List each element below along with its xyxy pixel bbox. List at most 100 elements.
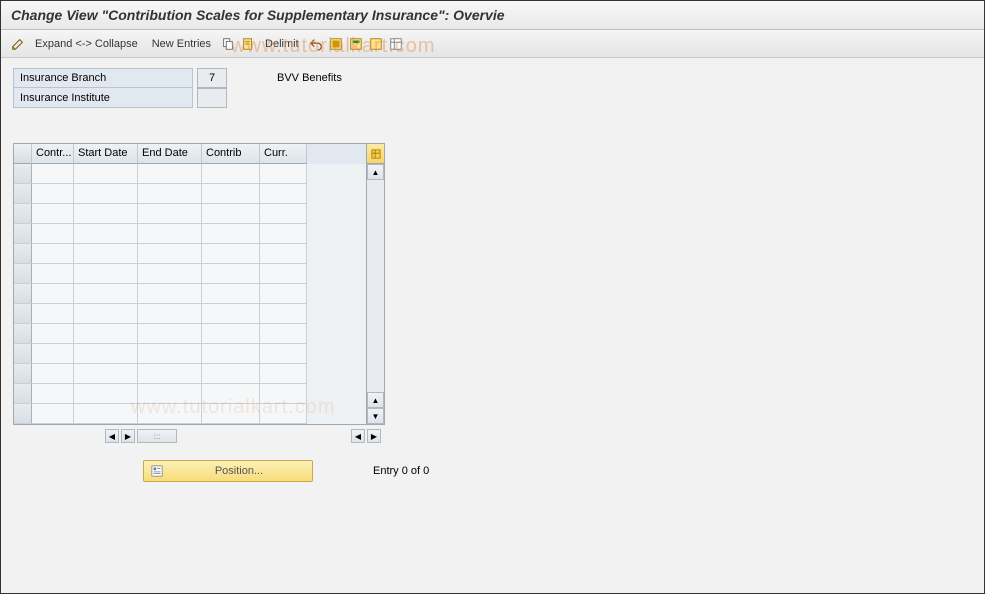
- cell-curr[interactable]: [260, 324, 307, 344]
- cell-end[interactable]: [138, 384, 202, 404]
- cell-end[interactable]: [138, 344, 202, 364]
- cell-sel[interactable]: [14, 384, 32, 404]
- table-row[interactable]: [14, 384, 366, 404]
- table-row[interactable]: [14, 284, 366, 304]
- cell-start[interactable]: [74, 284, 138, 304]
- cell-sel[interactable]: [14, 184, 32, 204]
- scroll-up2-icon[interactable]: ▲: [367, 392, 384, 408]
- cell-end[interactable]: [138, 324, 202, 344]
- cell-curr[interactable]: [260, 284, 307, 304]
- table-row[interactable]: [14, 224, 366, 244]
- select-all-icon[interactable]: [327, 35, 345, 53]
- cell-start[interactable]: [74, 224, 138, 244]
- cell-contr[interactable]: [32, 304, 74, 324]
- table-row[interactable]: [14, 184, 366, 204]
- cell-sel[interactable]: [14, 224, 32, 244]
- cell-contr[interactable]: [32, 384, 74, 404]
- insurance-branch-input[interactable]: [197, 68, 227, 88]
- cell-start[interactable]: [74, 324, 138, 344]
- cell-contr[interactable]: [32, 164, 74, 184]
- cell-start[interactable]: [74, 264, 138, 284]
- table-row[interactable]: [14, 404, 366, 424]
- cell-contrib[interactable]: [202, 364, 260, 384]
- cell-start[interactable]: [74, 164, 138, 184]
- table-settings-icon[interactable]: [387, 35, 405, 53]
- cell-contrib[interactable]: [202, 204, 260, 224]
- cell-curr[interactable]: [260, 224, 307, 244]
- cell-contr[interactable]: [32, 184, 74, 204]
- table-row[interactable]: [14, 244, 366, 264]
- cell-sel[interactable]: [14, 264, 32, 284]
- cell-curr[interactable]: [260, 344, 307, 364]
- cell-start[interactable]: [74, 404, 138, 424]
- cell-sel[interactable]: [14, 304, 32, 324]
- cell-contrib[interactable]: [202, 304, 260, 324]
- cell-start[interactable]: [74, 244, 138, 264]
- cell-contrib[interactable]: [202, 384, 260, 404]
- hscroll-right2-icon[interactable]: ▶: [367, 429, 381, 443]
- cell-start[interactable]: [74, 364, 138, 384]
- cell-start[interactable]: [74, 304, 138, 324]
- cell-contr[interactable]: [32, 364, 74, 384]
- cell-contrib[interactable]: [202, 164, 260, 184]
- hscroll-handle[interactable]: :::: [137, 429, 177, 443]
- cell-contr[interactable]: [32, 224, 74, 244]
- cell-contr[interactable]: [32, 324, 74, 344]
- cell-start[interactable]: [74, 384, 138, 404]
- toggle-edit-icon[interactable]: [9, 35, 27, 53]
- expand-collapse-button[interactable]: Expand <-> Collapse: [29, 34, 144, 54]
- cell-contrib[interactable]: [202, 404, 260, 424]
- undo-icon[interactable]: [307, 35, 325, 53]
- delimit-button[interactable]: Delimit: [259, 34, 305, 54]
- cell-end[interactable]: [138, 264, 202, 284]
- cell-sel[interactable]: [14, 164, 32, 184]
- scroll-down-icon[interactable]: ▼: [367, 408, 384, 424]
- cell-end[interactable]: [138, 284, 202, 304]
- column-contrib[interactable]: Contrib: [202, 144, 260, 164]
- copy-as-icon[interactable]: [239, 35, 257, 53]
- hscroll-left2-icon[interactable]: ◀: [351, 429, 365, 443]
- cell-end[interactable]: [138, 364, 202, 384]
- scroll-track[interactable]: [367, 180, 384, 392]
- select-block-icon[interactable]: [347, 35, 365, 53]
- table-row[interactable]: [14, 344, 366, 364]
- cell-start[interactable]: [74, 204, 138, 224]
- cell-sel[interactable]: [14, 284, 32, 304]
- table-configure-icon[interactable]: [367, 144, 384, 164]
- cell-contrib[interactable]: [202, 344, 260, 364]
- cell-end[interactable]: [138, 404, 202, 424]
- copy-icon[interactable]: [219, 35, 237, 53]
- cell-contr[interactable]: [32, 264, 74, 284]
- cell-curr[interactable]: [260, 304, 307, 324]
- cell-contrib[interactable]: [202, 284, 260, 304]
- cell-curr[interactable]: [260, 404, 307, 424]
- table-row[interactable]: [14, 264, 366, 284]
- scroll-up-icon[interactable]: ▲: [367, 164, 384, 180]
- hscroll-left-icon[interactable]: ◀: [105, 429, 119, 443]
- cell-curr[interactable]: [260, 184, 307, 204]
- cell-end[interactable]: [138, 204, 202, 224]
- column-contr[interactable]: Contr...: [32, 144, 74, 164]
- cell-sel[interactable]: [14, 324, 32, 344]
- hscroll-right-icon[interactable]: ▶: [121, 429, 135, 443]
- cell-sel[interactable]: [14, 404, 32, 424]
- column-end-date[interactable]: End Date: [138, 144, 202, 164]
- cell-curr[interactable]: [260, 204, 307, 224]
- cell-contr[interactable]: [32, 404, 74, 424]
- table-row[interactable]: [14, 164, 366, 184]
- cell-curr[interactable]: [260, 244, 307, 264]
- new-entries-button[interactable]: New Entries: [146, 34, 217, 54]
- cell-contr[interactable]: [32, 244, 74, 264]
- cell-sel[interactable]: [14, 364, 32, 384]
- cell-sel[interactable]: [14, 204, 32, 224]
- cell-end[interactable]: [138, 164, 202, 184]
- cell-contrib[interactable]: [202, 264, 260, 284]
- table-row[interactable]: [14, 304, 366, 324]
- cell-curr[interactable]: [260, 384, 307, 404]
- cell-contrib[interactable]: [202, 184, 260, 204]
- column-curr[interactable]: Curr.: [260, 144, 307, 164]
- table-row[interactable]: [14, 364, 366, 384]
- insurance-institute-input[interactable]: [197, 88, 227, 108]
- cell-start[interactable]: [74, 184, 138, 204]
- cell-sel[interactable]: [14, 244, 32, 264]
